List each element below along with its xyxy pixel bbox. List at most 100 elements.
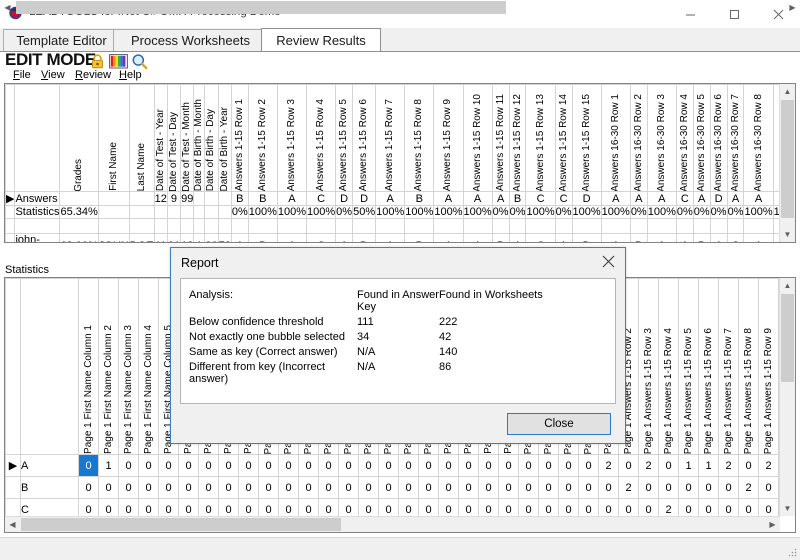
statistic-cell[interactable]: 2 xyxy=(718,454,739,478)
first-name-cell[interactable]: JOHN xyxy=(97,233,130,242)
row-selector[interactable] xyxy=(5,498,21,516)
answer-cell[interactable]: C xyxy=(726,233,745,242)
column-header[interactable]: Page 1 First Name Column 1 xyxy=(78,278,99,456)
column-header[interactable]: Answers 1-15 Row 14 xyxy=(554,84,573,193)
answer-cell[interactable]: D xyxy=(571,233,602,242)
answer-cell[interactable]: 0% xyxy=(709,205,728,220)
color-palette-icon[interactable] xyxy=(109,53,128,70)
answer-cell[interactable]: 0% xyxy=(230,205,249,220)
table-row[interactable]: Statistics 65.34% 0% 100% 100% 100% 0% 50% 100% 1… xyxy=(5,205,780,220)
table-row[interactable]: C00000000000000000000000000000200000 xyxy=(5,498,779,516)
answer-cell[interactable]: 100% xyxy=(646,205,677,220)
answer-cell[interactable]: A xyxy=(743,191,774,207)
answer-cell[interactable]: C xyxy=(525,191,556,207)
statistic-cell[interactable]: 1 xyxy=(698,454,719,478)
date-cell[interactable] xyxy=(217,205,232,220)
statistic-cell[interactable]: 0 xyxy=(218,454,239,478)
statistic-cell[interactable]: 0 xyxy=(358,498,379,516)
answer-cell[interactable]: A xyxy=(462,191,493,207)
dialog-close-icon[interactable] xyxy=(595,250,621,272)
answer-cell[interactable]: A xyxy=(675,233,694,242)
column-header[interactable]: Page 1 Answers 1-15 Row 3 xyxy=(638,278,659,456)
statistic-cell[interactable]: 0 xyxy=(498,498,519,516)
answer-cell[interactable]: 100% xyxy=(462,205,493,220)
column-header[interactable]: Answers 1-15 Row 1 xyxy=(230,84,249,193)
column-header[interactable]: Answers 1-15 Row 11 xyxy=(491,84,510,193)
answer-cell[interactable]: D xyxy=(571,191,602,207)
answer-cell[interactable]: D xyxy=(352,233,377,242)
statistic-cell[interactable]: 0 xyxy=(678,476,699,500)
answer-cell[interactable]: 0% xyxy=(491,205,510,220)
answer-cell[interactable]: A xyxy=(433,233,464,242)
statistic-cell[interactable]: 0 xyxy=(218,498,239,516)
row-selector[interactable]: ▶ xyxy=(5,454,21,478)
row-selector[interactable] xyxy=(5,205,16,220)
statistic-cell[interactable]: 0 xyxy=(698,498,719,516)
statistic-cell[interactable]: 0 xyxy=(158,476,179,500)
column-header[interactable]: Answers 16-30 Row 1 xyxy=(600,84,631,193)
answer-cell[interactable]: A xyxy=(230,233,249,242)
answer-cell[interactable]: A xyxy=(726,191,745,207)
statistic-cell[interactable]: 0 xyxy=(578,498,599,516)
statistic-cell[interactable]: 0 xyxy=(178,476,199,500)
menu-file[interactable]: FFileile xyxy=(13,69,31,81)
statistic-cell[interactable]: 0 xyxy=(358,476,379,500)
statistic-cell[interactable]: 0 xyxy=(98,498,119,516)
menu-review[interactable]: Review xyxy=(75,69,111,81)
answer-cell[interactable]: 0% xyxy=(508,205,527,220)
column-header[interactable]: Page 1 Answers 1-15 Row 6 xyxy=(698,278,719,456)
column-header[interactable]: Answers 16-30 Row 3 xyxy=(646,84,677,193)
table-row[interactable]: ▶Answers12999BBACDDABAAABCCDAAACADAADAB xyxy=(5,191,780,207)
statistic-cell[interactable]: 0 xyxy=(758,476,779,500)
column-header[interactable]: Answers 16-30 Row 5 xyxy=(692,84,711,193)
statistic-cell[interactable]: 0 xyxy=(278,476,299,500)
scroll-thumb[interactable] xyxy=(781,100,794,218)
statistic-cell[interactable]: 0 xyxy=(258,498,279,516)
statistic-cell[interactable]: 0 xyxy=(398,454,419,478)
statistic-cell[interactable]: 0 xyxy=(278,454,299,478)
column-header[interactable]: Date of Birth - Day xyxy=(204,84,219,193)
row-selector[interactable] xyxy=(5,476,21,500)
statistic-cell[interactable]: 0 xyxy=(138,476,159,500)
answer-cell[interactable]: D xyxy=(709,191,728,207)
date-cell[interactable]: 9 xyxy=(166,191,182,207)
answer-cell[interactable]: 100% xyxy=(433,205,464,220)
column-header[interactable]: Answers 1-15 Row 3 xyxy=(276,84,308,193)
column-header[interactable]: Date of Birth - Month xyxy=(193,84,206,193)
statistic-cell[interactable]: 0 xyxy=(78,498,99,516)
scroll-thumb[interactable] xyxy=(781,294,794,382)
statistic-cell[interactable]: 0 xyxy=(118,454,139,478)
menu-help[interactable]: Help xyxy=(119,69,142,81)
lock-icon[interactable] xyxy=(89,53,106,70)
column-header[interactable]: Date of Birth - Year xyxy=(217,84,232,193)
answer-cell[interactable]: A xyxy=(554,233,573,242)
statistic-cell[interactable]: 0 xyxy=(398,498,419,516)
column-header[interactable]: Page 1 Answers 1-15 Row 4 xyxy=(658,278,679,456)
table-row[interactable]: john-doe-168.00%JOHNDOE11011819073ABACAD… xyxy=(5,233,780,242)
last-name-cell[interactable] xyxy=(128,191,155,207)
column-header[interactable]: Answers 1-15 Row 10 xyxy=(462,84,493,193)
grade-cell[interactable]: 68.00% xyxy=(59,233,99,242)
date-cell[interactable] xyxy=(204,205,219,220)
scroll-down-icon[interactable]: ▼ xyxy=(780,227,795,242)
scroll-right-icon[interactable]: ▶ xyxy=(765,517,780,532)
answer-cell[interactable]: C xyxy=(525,233,556,242)
statistic-cell[interactable]: 0 xyxy=(758,498,779,516)
statistic-cell[interactable]: 0 xyxy=(258,454,279,478)
statistic-cell[interactable]: 0 xyxy=(318,498,339,516)
answer-cell[interactable]: 100% xyxy=(743,205,774,220)
answer-cell[interactable]: 100% xyxy=(276,205,308,220)
statistic-cell[interactable]: 0 xyxy=(558,498,579,516)
answer-cell[interactable]: B xyxy=(404,191,435,207)
column-header[interactable]: Answers 1-15 Row 4 xyxy=(306,84,337,193)
column-header[interactable]: Answers 1-15 Row 12 xyxy=(508,84,527,193)
statistic-cell[interactable]: 0 xyxy=(178,498,199,516)
statistic-cell[interactable]: 0 xyxy=(418,498,439,516)
statistic-cell[interactable]: 0 xyxy=(458,498,479,516)
answer-cell[interactable]: 0% xyxy=(554,205,573,220)
statistic-cell[interactable]: 0 xyxy=(478,476,499,500)
date-cell[interactable]: 11 xyxy=(153,233,168,242)
statistic-cell[interactable]: 0 xyxy=(418,476,439,500)
answer-cell[interactable]: 100% xyxy=(600,205,631,220)
statistic-cell[interactable]: 2 xyxy=(738,476,759,500)
